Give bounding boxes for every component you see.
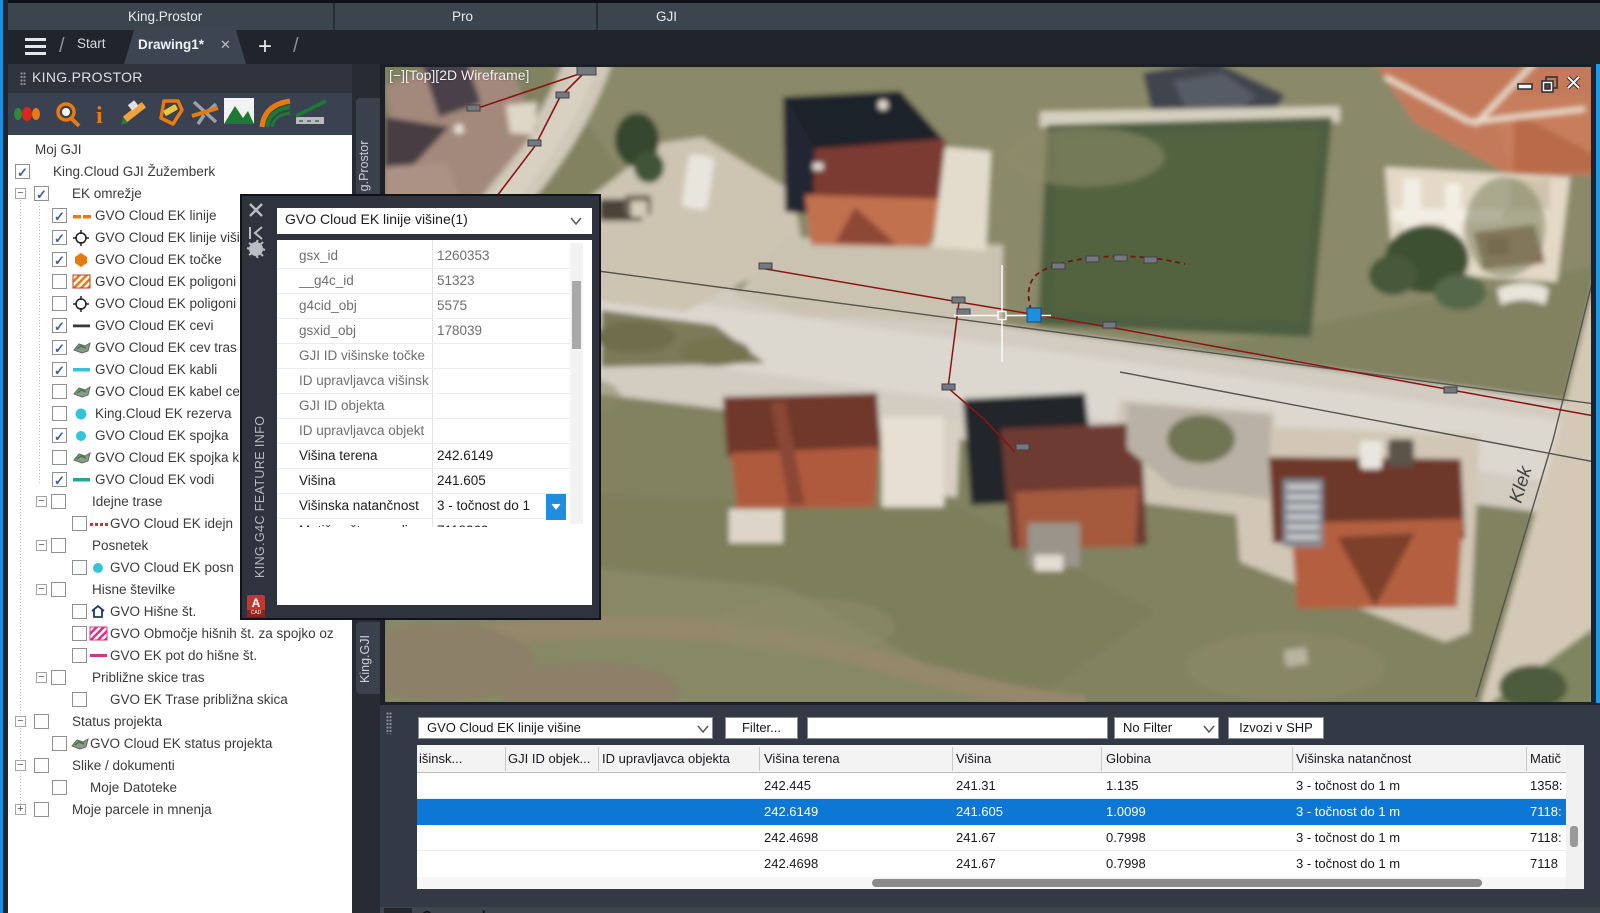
svg-text:i: i <box>96 103 103 129</box>
